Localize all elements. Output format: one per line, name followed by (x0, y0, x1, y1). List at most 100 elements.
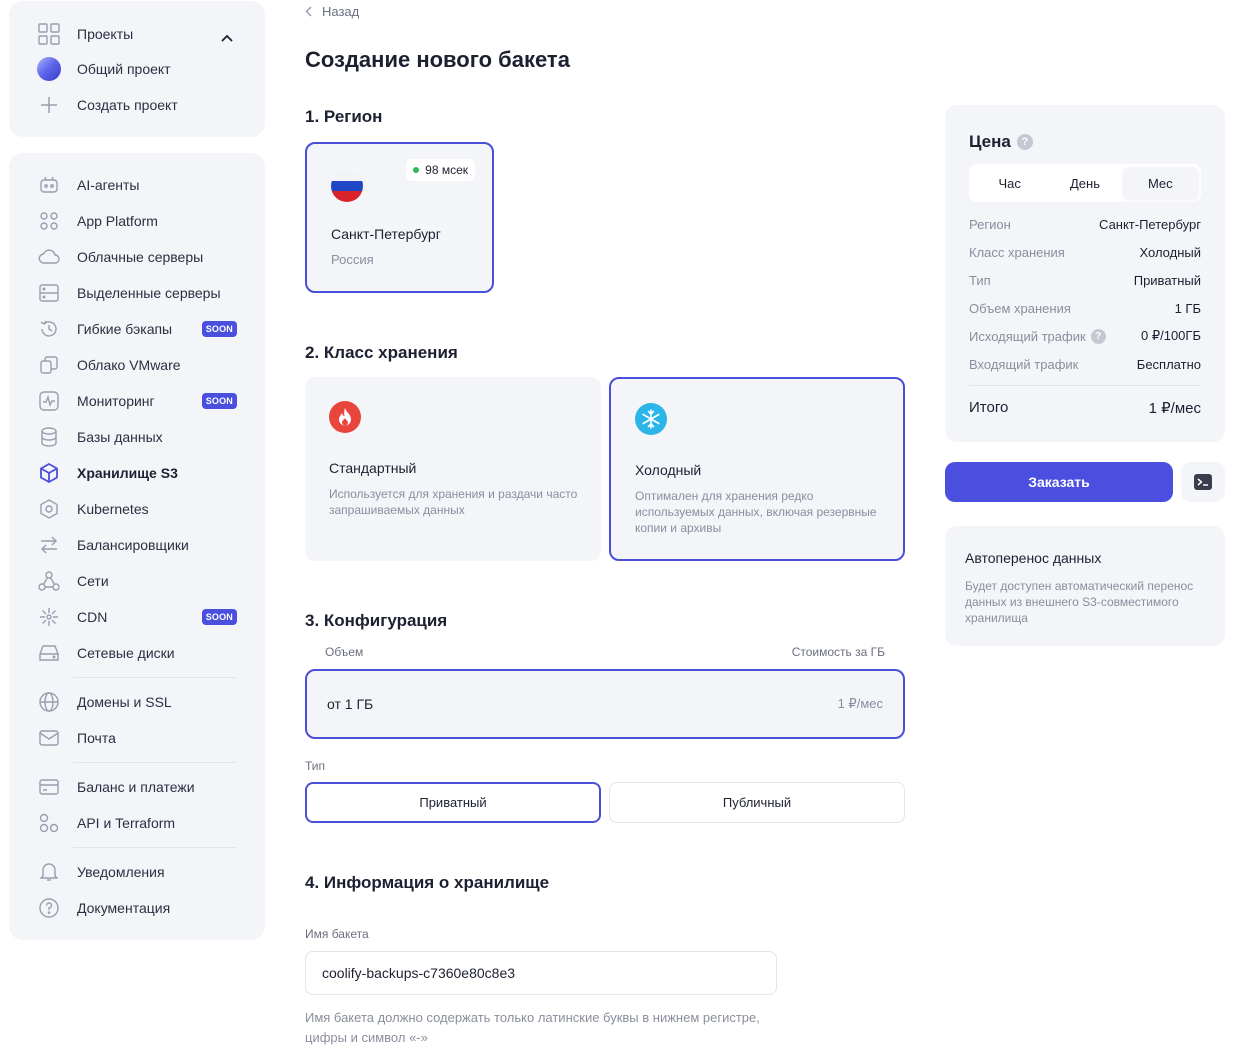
price-row-class: Класс хранения Холодный (969, 242, 1201, 262)
price-row-volume: Объем хранения 1 ГБ (969, 298, 1201, 318)
sidebar-item-balance[interactable]: Баланс и платежи (9, 769, 265, 805)
sidebar-item-documentation[interactable]: Документация (9, 890, 265, 926)
price-panel: Цена ? Час День Мес Регион Санкт-Петербу… (945, 105, 1225, 442)
price-divider (969, 385, 1201, 386)
soon-badge: SOON (201, 609, 237, 625)
database-icon (37, 425, 61, 449)
sidebar-item-flexible-backups[interactable]: Гибкие бэкапы SOON (9, 311, 265, 347)
card-icon (37, 775, 61, 799)
storage-class-name: Холодный (635, 462, 702, 478)
sidebar-item-label: Облако VMware (77, 357, 181, 373)
price-row-key: Тип (969, 272, 991, 288)
network-icon (37, 569, 61, 593)
price-row-value: 0 ₽/100ГБ (1141, 328, 1201, 343)
chevron-up-icon (221, 29, 233, 47)
api-icon (37, 811, 61, 835)
projects-panel: Проекты Общий проект Создать проект (9, 1, 265, 137)
globe-icon (37, 690, 61, 714)
sidebar-item-dedicated-servers[interactable]: Выделенные серверы (9, 275, 265, 311)
backup-icon (37, 317, 61, 341)
bucket-name-hint: Имя бакета должно содержать только латин… (305, 1010, 760, 1045)
region-card-spb[interactable]: 98 мсек Санкт-Петербург Россия (305, 142, 494, 293)
sidebar-item-label: Базы данных (77, 429, 163, 445)
sidebar-item-label: CDN (77, 609, 108, 625)
price-row-key: Объем хранения (969, 300, 1071, 316)
sidebar-item-ai-agents[interactable]: AI-агенты (9, 167, 265, 203)
storage-class-description: Используется для хранения и раздачи част… (329, 487, 578, 517)
sidebar-item-domains-ssl[interactable]: Домены и SSL (9, 684, 265, 720)
page-title: Создание нового бакета (305, 47, 570, 72)
sidebar-item-label: Баланс и платежи (77, 779, 195, 795)
storage-class-cold[interactable]: Холодный Оптимален для хранения редко ис… (609, 377, 905, 561)
sidebar-item-balancers[interactable]: Балансировщики (9, 527, 265, 563)
sidebar-item-s3-storage[interactable]: Хранилище S3 (9, 455, 265, 491)
sidebar-item-notifications[interactable]: Уведомления (9, 854, 265, 890)
price-row-value: Бесплатно (1136, 356, 1201, 372)
period-switch: Час День Мес (969, 164, 1201, 202)
sidebar-item-networks[interactable]: Сети (9, 563, 265, 599)
price-row-value: Холодный (1139, 244, 1201, 260)
sidebar-item-mail[interactable]: Почта (9, 720, 265, 756)
volume-value: от 1 ГБ (327, 696, 374, 712)
status-dot-icon (413, 167, 420, 173)
section-configuration-title: 3. Конфигурация (305, 611, 448, 630)
sidebar-item-label: App Platform (77, 213, 158, 229)
price-row-type: Тип Приватный (969, 270, 1201, 290)
sidebar-item-label: Мониторинг (77, 393, 155, 409)
sidebar-item-databases[interactable]: Базы данных (9, 419, 265, 455)
price-total: Итого 1 ₽/мес (969, 399, 1201, 417)
sidebar-item-network-disks[interactable]: Сетевые диски (9, 635, 265, 671)
price-title: Цена ? (969, 132, 1033, 152)
projects-toggle[interactable]: Проекты (9, 16, 265, 52)
sidebar-nav: AI-агенты App Platform Облачные серверы … (9, 153, 265, 940)
cloud-icon (37, 245, 61, 269)
period-month[interactable]: Мес (1122, 167, 1198, 199)
cost-value: 1 ₽/мес (837, 696, 883, 711)
ping-badge: 98 мсек (406, 159, 475, 181)
type-private-button[interactable]: Приватный (305, 782, 601, 823)
price-row-key: Входящий трафик (969, 356, 1079, 372)
terminal-button[interactable] (1181, 462, 1225, 502)
price-row-key: Регион (969, 216, 1011, 232)
period-day[interactable]: День (1047, 167, 1122, 199)
section-region-title: 1. Регион (305, 107, 383, 126)
auto-transfer-title: Автоперенос данных (965, 550, 1102, 566)
bucket-name-input[interactable]: coolify-backups-c7360e80c8e3 (305, 951, 777, 995)
volume-field[interactable]: от 1 ГБ 1 ₽/мес (305, 669, 905, 739)
project-common[interactable]: Общий проект (9, 51, 265, 87)
soon-badge: SOON (201, 393, 237, 409)
sidebar-item-cloud-servers[interactable]: Облачные серверы (9, 239, 265, 275)
fire-icon (329, 401, 361, 433)
type-label: Тип (305, 759, 326, 773)
period-hour[interactable]: Час (972, 167, 1047, 199)
sidebar-item-app-platform[interactable]: App Platform (9, 203, 265, 239)
project-avatar-icon (37, 57, 61, 81)
sidebar-divider (73, 677, 237, 678)
sidebar-item-api-terraform[interactable]: API и Terraform (9, 805, 265, 841)
chevron-left-icon (305, 6, 312, 17)
question-icon[interactable]: ? (1016, 134, 1033, 150)
sidebar-item-label: Балансировщики (77, 537, 189, 553)
plus-icon (37, 93, 61, 117)
cost-per-gb-label: Стоимость за ГБ (791, 645, 885, 659)
monitoring-icon (37, 389, 61, 413)
sidebar-item-label: Сети (77, 573, 109, 589)
auto-transfer-card: Автоперенос данных Будет доступен автома… (945, 526, 1225, 646)
sidebar-item-cdn[interactable]: CDN SOON (9, 599, 265, 635)
back-link[interactable]: Назад (305, 4, 359, 19)
price-title-text: Цена (969, 132, 1011, 151)
sidebar-item-label: Почта (77, 730, 116, 746)
soon-badge: SOON (201, 321, 237, 337)
storage-class-standard[interactable]: Стандартный Используется для хранения и … (305, 377, 601, 561)
create-project-button[interactable]: Создать проект (9, 87, 265, 123)
sidebar-item-monitoring[interactable]: Мониторинг SOON (9, 383, 265, 419)
sidebar-item-kubernetes[interactable]: Kubernetes (9, 491, 265, 527)
sidebar-item-label: Хранилище S3 (77, 465, 178, 481)
terminal-icon (1194, 474, 1212, 490)
order-button[interactable]: Заказать (945, 462, 1173, 502)
sidebar-item-vmware[interactable]: Облако VMware (9, 347, 265, 383)
auto-transfer-description: Будет доступен автоматический перенос да… (965, 579, 1194, 625)
question-icon[interactable]: ? (1090, 328, 1106, 344)
kubernetes-icon (37, 497, 61, 521)
type-public-button[interactable]: Публичный (609, 782, 905, 823)
